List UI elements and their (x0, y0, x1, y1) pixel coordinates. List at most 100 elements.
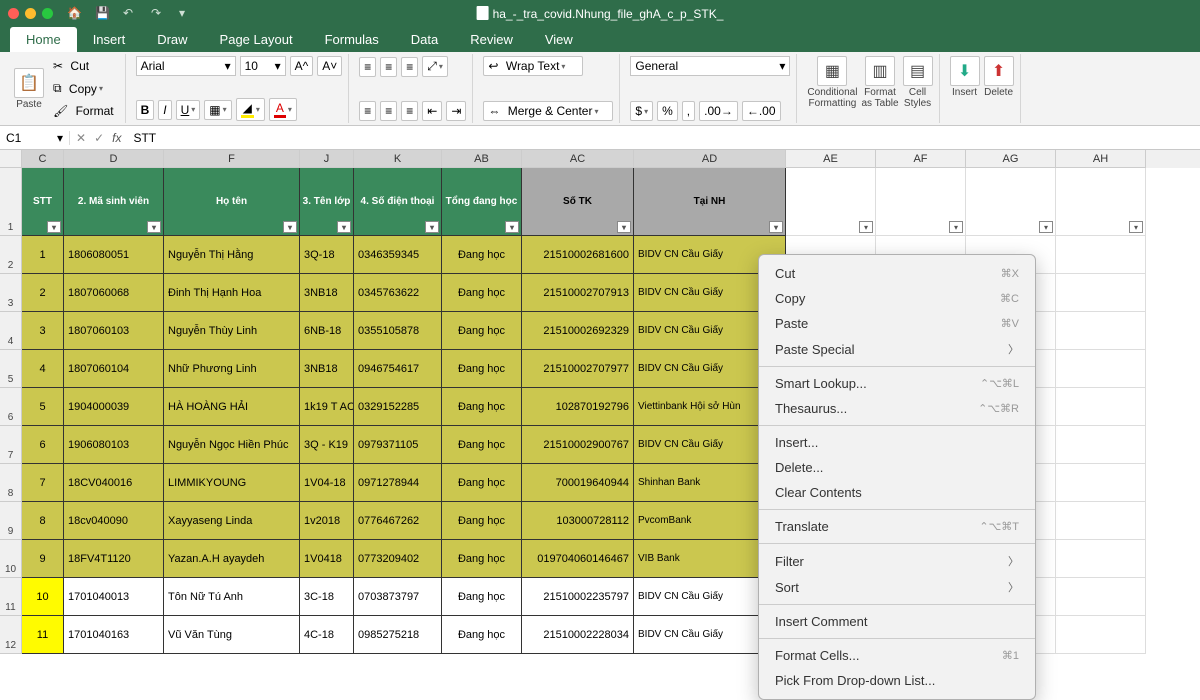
cell-stt[interactable]: 3 (22, 312, 64, 350)
fill-color-button[interactable]: ◢▾ (236, 98, 265, 121)
formula-input[interactable]: STT (127, 131, 162, 145)
cell-hoten[interactable]: Vũ Văn Tùng (164, 616, 300, 654)
context-menu-item[interactable]: Format Cells...⌘1 (759, 643, 1035, 668)
cell-stk[interactable]: 21510002707977 (522, 350, 634, 388)
cell-empty[interactable] (1056, 464, 1146, 502)
decrease-font-button[interactable]: A˅ (317, 56, 342, 76)
context-menu-item[interactable]: Thesaurus...⌃⌥⌘R (759, 396, 1035, 421)
col-header[interactable]: F (164, 150, 300, 168)
row-number[interactable]: 10 (0, 540, 22, 578)
cell-empty[interactable] (1056, 274, 1146, 312)
merge-center-button[interactable]: ⇔ Merge & Center▾ (483, 101, 613, 121)
align-bottom-button[interactable]: ≡ (401, 57, 418, 77)
cell-msv[interactable]: 1806080051 (64, 236, 164, 274)
currency-button[interactable]: $▾ (630, 101, 653, 121)
cell-stk[interactable]: 21510002692329 (522, 312, 634, 350)
cell-msv[interactable]: 1807060104 (64, 350, 164, 388)
cell-tong[interactable]: Đang học (442, 464, 522, 502)
cell-lop[interactable]: 1V04-18 (300, 464, 354, 502)
context-menu-item[interactable]: Insert Comment (759, 609, 1035, 634)
cell-hoten[interactable]: Yazan.A.H ayaydeh (164, 540, 300, 578)
cell-msv[interactable]: 1701040013 (64, 578, 164, 616)
decrease-decimal-button[interactable]: ←.00 (742, 101, 781, 121)
filter-icon[interactable]: ▾ (1129, 221, 1143, 233)
header-empty[interactable]: ▾ (876, 168, 966, 236)
cell-empty[interactable] (1056, 616, 1146, 654)
cell-empty[interactable] (1056, 350, 1146, 388)
row-number[interactable]: 9 (0, 502, 22, 540)
cell-hoten[interactable]: HÀ HOÀNG HẢI (164, 388, 300, 426)
cancel-formula-icon[interactable]: ✕ (76, 131, 86, 145)
cell-hoten[interactable]: Xayyaseng Linda (164, 502, 300, 540)
cell-tong[interactable]: Đang học (442, 426, 522, 464)
borders-button[interactable]: ▦▾ (204, 100, 231, 120)
cell-msv[interactable]: 1904000039 (64, 388, 164, 426)
cell-lop[interactable]: 3C-18 (300, 578, 354, 616)
font-name-select[interactable]: Arial▾ (136, 56, 236, 76)
cell-stt[interactable]: 1 (22, 236, 64, 274)
context-menu-item[interactable]: Insert... (759, 430, 1035, 455)
tab-home[interactable]: Home (10, 27, 77, 52)
cell-lop[interactable]: 1k19 T ACN (300, 388, 354, 426)
name-box[interactable]: C1▾ (0, 131, 70, 145)
cell-lop[interactable]: 3NB18 (300, 350, 354, 388)
cell-sdt[interactable]: 0985275218 (354, 616, 442, 654)
cell-stt[interactable]: 4 (22, 350, 64, 388)
qat-more-icon[interactable]: ▾ (179, 6, 193, 20)
header-empty[interactable]: ▾ (786, 168, 876, 236)
cell-lop[interactable]: 3Q-18 (300, 236, 354, 274)
col-header[interactable]: AC (522, 150, 634, 168)
cell-sdt[interactable]: 0329152285 (354, 388, 442, 426)
col-header[interactable]: C (22, 150, 64, 168)
paste-button[interactable]: 📋 Paste (14, 68, 44, 110)
cell-stk[interactable]: 21510002900767 (522, 426, 634, 464)
cell-tong[interactable]: Đang học (442, 236, 522, 274)
cell-stt[interactable]: 10 (22, 578, 64, 616)
cell-hoten[interactable]: Nhữ Phương Linh (164, 350, 300, 388)
cell-stt[interactable]: 7 (22, 464, 64, 502)
cell-lop[interactable]: 6NB-18 (300, 312, 354, 350)
align-center-button[interactable]: ≡ (380, 101, 397, 121)
close-window-button[interactable] (8, 8, 19, 19)
cell-lop[interactable]: 3Q - K19 (300, 426, 354, 464)
header-stk[interactable]: Số TK▾ (522, 168, 634, 236)
col-header[interactable]: AF (876, 150, 966, 168)
filter-icon[interactable]: ▾ (505, 221, 519, 233)
cell-sdt[interactable]: 0346359345 (354, 236, 442, 274)
cell-stk[interactable]: 700019640944 (522, 464, 634, 502)
cell-stk[interactable]: 21510002681600 (522, 236, 634, 274)
filter-icon[interactable]: ▾ (147, 221, 161, 233)
comma-button[interactable]: , (682, 101, 695, 121)
cell-empty[interactable] (1056, 540, 1146, 578)
header-sdt[interactable]: 4. Số điện thoại▾ (354, 168, 442, 236)
home-icon[interactable]: 🏠 (67, 6, 81, 20)
increase-decimal-button[interactable]: .00→ (699, 101, 738, 121)
context-menu-item[interactable]: Delete... (759, 455, 1035, 480)
wrap-text-button[interactable]: ↩ Wrap Text▾ (483, 56, 583, 76)
align-middle-button[interactable]: ≡ (380, 57, 397, 77)
col-header[interactable]: AH (1056, 150, 1146, 168)
cell-sdt[interactable]: 0946754617 (354, 350, 442, 388)
bold-button[interactable]: B (136, 100, 155, 120)
italic-button[interactable]: I (158, 100, 171, 120)
redo-icon[interactable]: ↷ (151, 6, 165, 20)
cell-empty[interactable] (1056, 312, 1146, 350)
cell-msv[interactable]: 1807060068 (64, 274, 164, 312)
cell-stk[interactable]: 21510002235797 (522, 578, 634, 616)
cell-stk[interactable]: 019704060146467 (522, 540, 634, 578)
filter-icon[interactable]: ▾ (425, 221, 439, 233)
context-menu-item[interactable]: Cut⌘X (759, 261, 1035, 286)
copy-button[interactable]: ⧉ Copy▾ (48, 78, 119, 99)
conditional-formatting-button[interactable]: ▦Conditional Formatting (807, 56, 857, 109)
col-header[interactable]: AB (442, 150, 522, 168)
cell-stt[interactable]: 8 (22, 502, 64, 540)
context-menu-item[interactable]: Clear Contents (759, 480, 1035, 505)
cell-hoten[interactable]: Tôn Nữ Tú Anh (164, 578, 300, 616)
cell-stt[interactable]: 6 (22, 426, 64, 464)
number-format-select[interactable]: General▾ (630, 56, 790, 76)
tab-view[interactable]: View (529, 27, 589, 52)
percent-button[interactable]: % (657, 101, 678, 121)
cell-tong[interactable]: Đang học (442, 388, 522, 426)
maximize-window-button[interactable] (42, 8, 53, 19)
col-header[interactable]: D (64, 150, 164, 168)
